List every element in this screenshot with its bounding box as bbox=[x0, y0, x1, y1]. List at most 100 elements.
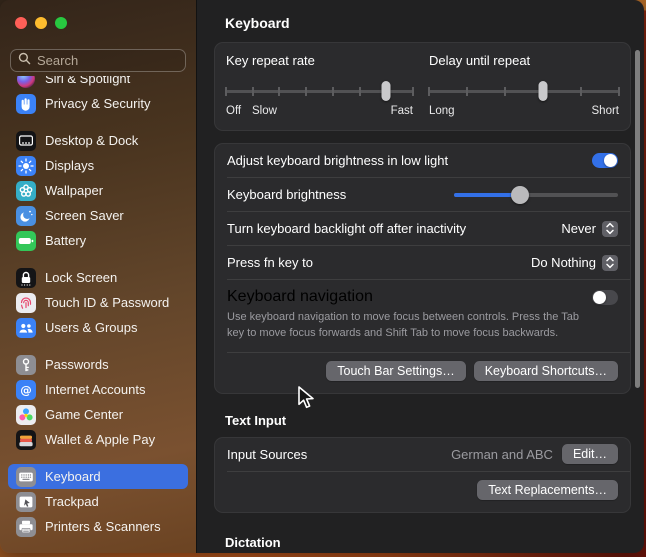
sidebar-item-keyboard[interactable]: Keyboard bbox=[8, 464, 188, 489]
keyboard-icon bbox=[16, 467, 36, 487]
adjust-brightness-row: Adjust keyboard brightness in low light bbox=[215, 144, 630, 177]
sidebar-item-game-center[interactable]: Game Center bbox=[8, 402, 188, 427]
hand-icon bbox=[16, 94, 36, 114]
sidebar-item-label: Wallpaper bbox=[45, 183, 103, 198]
slider-tick bbox=[618, 87, 620, 96]
bubbles-icon bbox=[16, 405, 36, 425]
slider-handle[interactable] bbox=[382, 81, 391, 101]
sidebar-item-label: Trackpad bbox=[45, 494, 99, 509]
sidebar-item-displays[interactable]: Displays bbox=[8, 153, 188, 178]
sidebar-group: Siri & Spotlight Privacy & Security bbox=[8, 76, 188, 116]
chevron-up-down-icon bbox=[602, 221, 618, 237]
window-controls bbox=[15, 17, 67, 29]
slider-tick bbox=[305, 87, 307, 96]
wallet-icon bbox=[16, 430, 36, 450]
key-repeat-slider[interactable] bbox=[226, 81, 413, 101]
minimize-button[interactable] bbox=[35, 17, 47, 29]
slider-tick bbox=[466, 87, 468, 96]
sidebar-item-label: Game Center bbox=[45, 407, 123, 422]
slider-tick bbox=[225, 87, 227, 96]
adjust-brightness-toggle[interactable] bbox=[592, 153, 618, 168]
keyboard-shortcuts-button[interactable]: Keyboard Shortcuts… bbox=[474, 361, 618, 381]
slider-tick bbox=[252, 87, 254, 96]
sidebar-item-battery[interactable]: Battery bbox=[8, 228, 188, 253]
slider-tick bbox=[504, 87, 506, 96]
slider-tick bbox=[412, 87, 414, 96]
sidebar-item-printers-scanners[interactable]: Printers & Scanners bbox=[8, 514, 188, 539]
sidebar-group: Passwords @ Internet Accounts Game Center Wa… bbox=[8, 352, 188, 452]
text-input-card: Input Sources German and ABC Edit… Text … bbox=[214, 437, 631, 513]
edit-input-sources-button[interactable]: Edit… bbox=[562, 444, 618, 464]
backlight-label: Turn keyboard backlight off after inacti… bbox=[227, 221, 466, 236]
keyboard-panel: Keyboard Key repeat rate Off Slow Fast D… bbox=[196, 0, 644, 553]
sidebar-item-passwords[interactable]: Passwords bbox=[8, 352, 188, 377]
settings-window: Siri & Spotlight Privacy & Security Deskto… bbox=[0, 0, 644, 553]
sidebar-item-label: Users & Groups bbox=[45, 320, 137, 335]
fn-key-popup[interactable]: Do Nothing bbox=[531, 255, 618, 271]
keyboard-navigation-row: Keyboard navigation Use keyboard navigat… bbox=[215, 280, 630, 352]
fn-key-row: Press fn key to Do Nothing bbox=[215, 246, 630, 279]
lock-icon bbox=[16, 268, 36, 288]
slider-tick bbox=[580, 87, 582, 96]
fn-key-label: Press fn key to bbox=[227, 255, 313, 270]
zoom-button[interactable] bbox=[55, 17, 67, 29]
input-sources-label: Input Sources bbox=[227, 447, 307, 462]
sidebar-item-label: Privacy & Security bbox=[45, 96, 150, 111]
search-field[interactable] bbox=[10, 49, 186, 72]
users-icon bbox=[16, 318, 36, 338]
sidebar-item-wallet-apple-pay[interactable]: Wallet & Apple Pay bbox=[8, 427, 188, 452]
siri-icon bbox=[16, 76, 36, 89]
adjust-brightness-label: Adjust keyboard brightness in low light bbox=[227, 153, 448, 168]
slider-tick bbox=[332, 87, 334, 96]
sidebar-item-screen-saver[interactable]: Screen Saver bbox=[8, 203, 188, 228]
printer-icon bbox=[16, 517, 36, 537]
keyboard-settings-card: Adjust keyboard brightness in low light … bbox=[214, 143, 631, 394]
sidebar-item-label: Printers & Scanners bbox=[45, 519, 161, 534]
text-replacements-button[interactable]: Text Replacements… bbox=[477, 480, 618, 500]
sidebar-item-label: Internet Accounts bbox=[45, 382, 145, 397]
sun-icon bbox=[16, 156, 36, 176]
brightness-slider[interactable] bbox=[454, 186, 618, 204]
sidebar-item-lock-screen[interactable]: Lock Screen bbox=[8, 265, 188, 290]
delay-end-labels: Long Short bbox=[429, 105, 619, 119]
sidebar-item-label: Siri & Spotlight bbox=[45, 76, 130, 86]
fingerprint-icon bbox=[16, 293, 36, 313]
sidebar-item-internet-accounts[interactable]: @ Internet Accounts bbox=[8, 377, 188, 402]
sidebar-item-wallpaper[interactable]: Wallpaper bbox=[8, 178, 188, 203]
sidebar-item-privacy-security[interactable]: Privacy & Security bbox=[8, 91, 188, 116]
sidebar-item-label: Touch ID & Password bbox=[45, 295, 169, 310]
brightness-label: Keyboard brightness bbox=[227, 187, 346, 202]
sidebar-group: Keyboard Trackpad Printers & Scanners bbox=[8, 464, 188, 539]
close-button[interactable] bbox=[15, 17, 27, 29]
sidebar-item-label: Desktop & Dock bbox=[45, 133, 138, 148]
slider-handle[interactable] bbox=[539, 81, 548, 101]
sidebar: Siri & Spotlight Privacy & Security Deskto… bbox=[0, 0, 196, 553]
trackpad-icon bbox=[16, 492, 36, 512]
svg-text:@: @ bbox=[20, 383, 32, 397]
sidebar-item-label: Keyboard bbox=[45, 469, 101, 484]
sidebar-item-label: Battery bbox=[45, 233, 86, 248]
sidebar-item-desktop-dock[interactable]: Desktop & Dock bbox=[8, 128, 188, 153]
repeat-rate-card: Key repeat rate Off Slow Fast Delay unti… bbox=[214, 42, 631, 131]
input-sources-value: German and ABC bbox=[451, 447, 553, 462]
slider-track[interactable] bbox=[429, 90, 619, 93]
search-input[interactable] bbox=[37, 53, 178, 68]
keyboard-navigation-description: Use keyboard navigation to move focus be… bbox=[227, 310, 589, 342]
sidebar-item-trackpad[interactable]: Trackpad bbox=[8, 489, 188, 514]
scrollbar[interactable] bbox=[635, 50, 640, 388]
sidebar-list: Siri & Spotlight Privacy & Security Deskto… bbox=[8, 76, 188, 553]
brightness-row: Keyboard brightness bbox=[215, 178, 630, 211]
keyboard-navigation-toggle[interactable] bbox=[592, 290, 618, 305]
sidebar-item-siri-spotlight[interactable]: Siri & Spotlight bbox=[8, 76, 188, 91]
at-icon: @ bbox=[16, 380, 36, 400]
touch-bar-settings-button[interactable]: Touch Bar Settings… bbox=[326, 361, 465, 381]
delay-group: Delay until repeat Long Short bbox=[429, 53, 619, 119]
brightness-slider-handle[interactable] bbox=[511, 186, 529, 204]
slider-tick bbox=[278, 87, 280, 96]
sidebar-item-touch-id-password[interactable]: Touch ID & Password bbox=[8, 290, 188, 315]
backlight-popup[interactable]: Never bbox=[561, 221, 618, 237]
delay-slider[interactable] bbox=[429, 81, 619, 101]
input-sources-row: Input Sources German and ABC Edit… bbox=[215, 438, 630, 471]
sidebar-item-users-groups[interactable]: Users & Groups bbox=[8, 315, 188, 340]
text-replacements-row: Text Replacements… bbox=[215, 472, 630, 512]
